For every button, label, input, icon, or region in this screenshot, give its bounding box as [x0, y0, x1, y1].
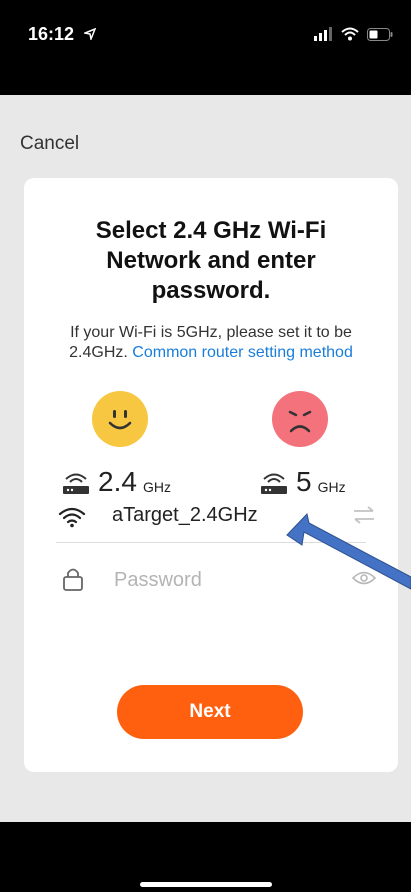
band-5ghz: 5 GHz: [258, 468, 346, 496]
switch-network-icon[interactable]: [352, 506, 376, 524]
band-24-unit: GHz: [142, 479, 171, 495]
wifi-network-row[interactable]: aTarget_2.4GHz: [58, 500, 376, 534]
location-arrow-icon: [84, 28, 96, 40]
ssid-value: aTarget_2.4GHz: [112, 504, 258, 526]
band-24ghz: 2.4 GHz: [60, 468, 171, 496]
band-5-value: 5: [296, 466, 312, 497]
router-icon: [261, 473, 287, 494]
eye-icon[interactable]: [352, 570, 376, 586]
home-indicator[interactable]: [140, 882, 272, 887]
password-row: [58, 562, 376, 598]
signal-icon: [314, 27, 332, 41]
battery-icon: [367, 27, 393, 41]
password-input[interactable]: [112, 564, 316, 596]
wifi-status-icon: [341, 27, 359, 41]
divider: [56, 542, 366, 543]
next-button[interactable]: Next: [117, 685, 303, 739]
router-setting-link[interactable]: Common router setting method: [132, 344, 353, 361]
bottom-bar: [0, 822, 411, 892]
wifi-description: If your Wi-Fi is 5GHz, please set it to …: [46, 323, 376, 363]
wifi-setup-card: Select 2.4 GHz Wi-Fi Network and enter p…: [24, 178, 398, 772]
happy-face-icon: [92, 391, 148, 447]
band-5-unit: GHz: [317, 479, 346, 495]
wifi-icon: [58, 507, 86, 528]
status-time: 16:12: [28, 24, 75, 44]
cancel-button[interactable]: Cancel: [20, 133, 79, 155]
lock-icon: [63, 568, 83, 591]
sad-face-icon: [272, 391, 328, 447]
page-title: Select 2.4 GHz Wi-Fi Network and enter p…: [95, 217, 327, 304]
router-icon: [63, 473, 89, 494]
band-24-value: 2.4: [98, 466, 137, 497]
wifi-setup-screen: Cancel Select 2.4 GHz Wi-Fi Network and …: [0, 95, 411, 822]
status-bar: 16:12: [0, 0, 411, 95]
status-icons: [313, 27, 393, 41]
